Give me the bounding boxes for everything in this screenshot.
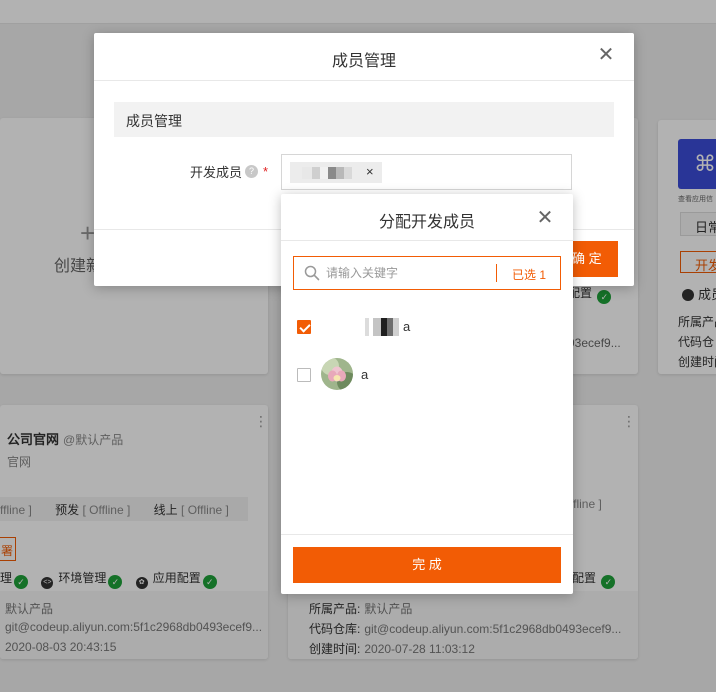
member-name: a [403, 319, 411, 334]
search-box: 已选 1 [293, 256, 561, 290]
search-icon [304, 265, 320, 281]
member-option[interactable]: a [281, 308, 573, 348]
avatar [321, 358, 353, 390]
member-checkbox-checked[interactable] [297, 320, 311, 334]
redacted-name [361, 318, 405, 336]
member-name: a [361, 367, 369, 382]
divider [281, 534, 573, 535]
search-input[interactable] [326, 263, 486, 283]
member-option[interactable]: a [281, 356, 573, 396]
section-title: 成员管理 [114, 102, 614, 137]
required-mark: * [263, 164, 269, 179]
selected-count[interactable]: 已选 1 [512, 266, 546, 283]
done-button[interactable]: 完 成 [293, 547, 561, 583]
divider [281, 240, 573, 241]
assign-members-popup: 分配开发成员 ✕ 已选 1 a a 完 成 [281, 194, 573, 594]
dev-members-select[interactable]: × [281, 154, 572, 190]
dev-members-label: 开发成员 [190, 165, 243, 180]
help-icon[interactable]: ? [245, 165, 258, 178]
close-icon[interactable]: ✕ [596, 45, 616, 65]
member-chip: × [290, 162, 382, 183]
popup-title: 分配开发成员 [378, 214, 475, 231]
search-divider [496, 264, 497, 282]
divider [94, 80, 634, 81]
member-checkbox[interactable] [297, 368, 311, 382]
close-icon[interactable]: ✕ [535, 208, 555, 228]
modal-title: 成员管理 [331, 53, 396, 70]
redacted-name [302, 167, 352, 179]
remove-chip-icon[interactable]: × [366, 164, 374, 179]
